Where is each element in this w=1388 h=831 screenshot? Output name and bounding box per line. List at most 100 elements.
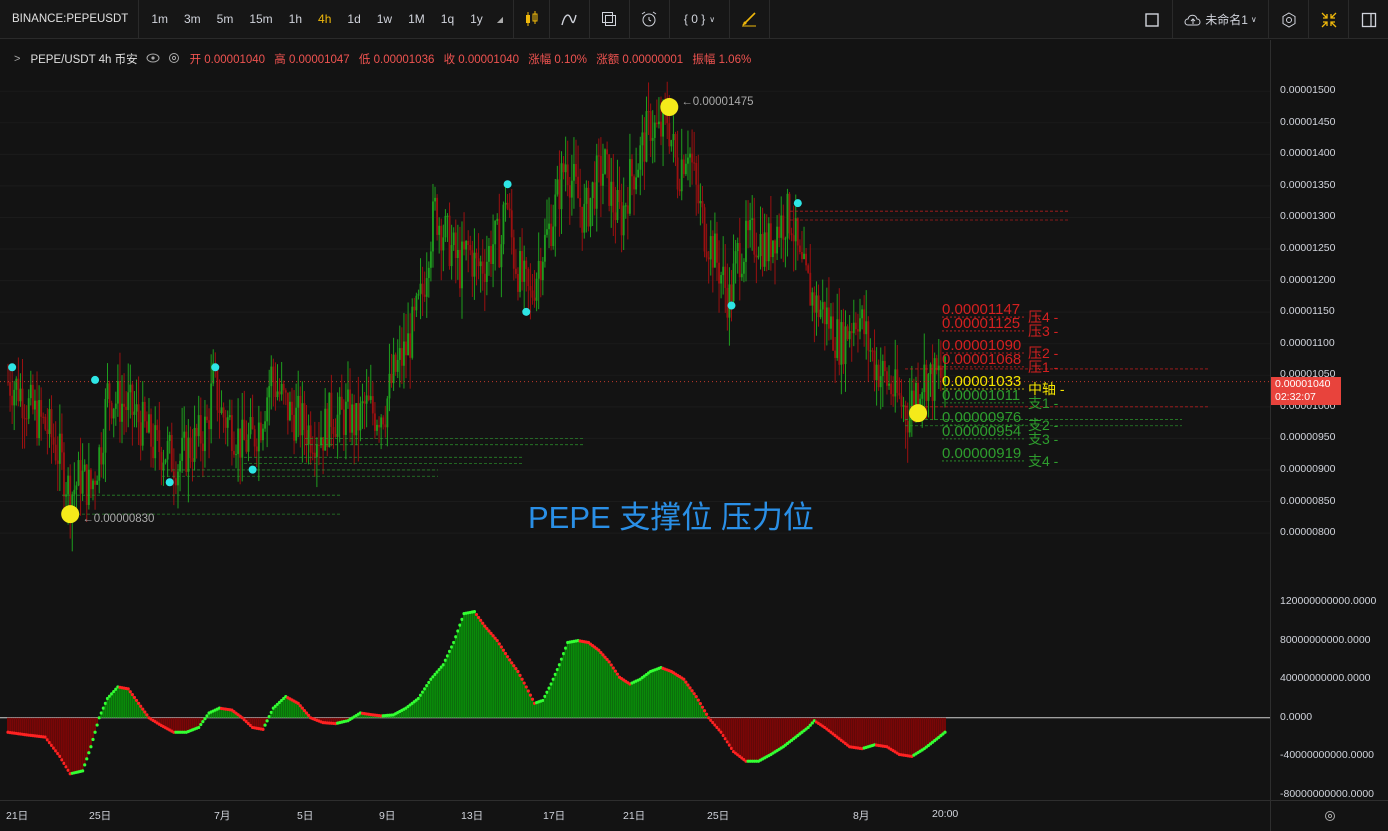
interval-1d[interactable]: 1d <box>339 12 368 26</box>
price-axis[interactable]: 0.00001500 0.00001450 0.00001400 0.00001350… <box>1270 40 1388 800</box>
candle-body <box>747 220 749 231</box>
time-axis-tick: 5日 <box>297 810 314 822</box>
macd-bar <box>857 717 859 749</box>
macd-bar <box>42 717 45 737</box>
candle-body <box>765 232 768 262</box>
macd-bar <box>562 653 565 718</box>
drawing-tools-button[interactable] <box>730 0 770 39</box>
candle-body <box>262 428 264 441</box>
indicator-templates-button[interactable]: { 0 } ∨ <box>670 0 730 39</box>
macd-bar <box>421 692 424 718</box>
macd-bar <box>116 686 119 718</box>
candle-body <box>448 215 451 267</box>
compare-button[interactable] <box>590 0 630 39</box>
macd-bar <box>767 717 770 756</box>
macd-bar <box>639 679 642 718</box>
price-axis-tick: 0.00001200 <box>1280 273 1336 286</box>
alert-button[interactable] <box>630 0 670 39</box>
macd-bar <box>782 717 785 747</box>
macd-signal-dot <box>705 712 709 716</box>
indicators-button[interactable] <box>550 0 590 39</box>
chart-pane[interactable]: 0.00001147 压4 -0.00001125 压3 -0.00001090 压2… <box>0 40 1270 800</box>
candle-body <box>432 201 434 252</box>
candle-body <box>490 246 492 265</box>
candle-body <box>295 407 298 441</box>
sidebar-toggle-button[interactable] <box>1348 0 1388 39</box>
candlestick-icon <box>526 11 538 26</box>
interval-5m[interactable]: 5m <box>209 12 242 26</box>
interval-15m[interactable]: 15m <box>241 12 280 26</box>
interval-1m[interactable]: 1m <box>143 12 176 26</box>
candle-body <box>156 425 159 431</box>
macd-axis-tick: -40000000000.0000 <box>1280 749 1375 762</box>
macd-bar <box>463 613 465 718</box>
interval-more-icon[interactable]: ◢ <box>491 15 509 24</box>
candle-body <box>81 470 84 494</box>
swing-low-marker <box>248 465 257 474</box>
macd-signal-dot <box>431 675 435 679</box>
interval-1w[interactable]: 1w <box>369 12 400 26</box>
fullscreen-toggle-button[interactable] <box>1132 0 1172 39</box>
macd-bar <box>427 682 430 718</box>
candlestick-style-button[interactable] <box>514 0 550 39</box>
interval-3m[interactable]: 3m <box>176 12 209 26</box>
macd-bar <box>475 614 478 718</box>
candle-body <box>48 409 51 434</box>
interval-4h[interactable]: 4h <box>310 12 339 26</box>
interval-1h[interactable]: 1h <box>281 12 310 26</box>
macd-signal-dot <box>205 714 209 718</box>
macd-signal-dot <box>443 658 448 662</box>
candle-body <box>9 382 12 396</box>
macd-bar <box>119 687 121 718</box>
macd-bar <box>450 646 453 718</box>
candle-body <box>56 460 59 464</box>
candle-body <box>187 437 190 472</box>
settings-icon[interactable] <box>168 52 180 67</box>
candle-body <box>668 123 671 147</box>
shrink-button[interactable] <box>1308 0 1348 39</box>
candle-body <box>821 302 824 310</box>
interval-1M[interactable]: 1M <box>400 12 433 26</box>
candle-body <box>780 215 783 238</box>
candle-body <box>900 395 903 407</box>
interval-1q[interactable]: 1q <box>433 12 462 26</box>
interval-1y[interactable]: 1y <box>462 12 491 26</box>
collapse-legend-icon[interactable]: > <box>14 53 20 65</box>
macd-bar <box>452 642 455 718</box>
macd-bar <box>668 670 671 718</box>
candle-body <box>131 384 134 415</box>
eye-icon[interactable] <box>146 53 160 66</box>
macd-bar <box>504 653 507 718</box>
macd-signal-dot <box>445 654 450 658</box>
candle-body <box>720 275 723 284</box>
macd-bar <box>651 670 654 718</box>
candle-body <box>75 485 78 490</box>
candle-body <box>247 434 250 452</box>
symbol-search-button[interactable]: BINANCE:PEPEUSDT <box>0 0 140 39</box>
candle-body <box>645 111 648 162</box>
time-axis-tick: 7月 <box>214 810 231 822</box>
macd-bar <box>873 717 876 745</box>
macd-bar <box>869 717 872 747</box>
macd-bar <box>490 633 492 718</box>
candle-body <box>875 364 878 381</box>
candle-body <box>25 418 28 420</box>
candle-body <box>713 233 716 268</box>
macd-bar <box>923 717 926 749</box>
candle-body <box>935 358 938 371</box>
legend-low: 低 0.00001036 <box>358 54 435 66</box>
save-layout-button[interactable]: 未命名1 ∨ <box>1172 0 1268 39</box>
axis-settings-button[interactable] <box>1270 800 1388 831</box>
macd-bar <box>570 641 573 718</box>
macd-bar <box>933 717 936 741</box>
macd-bar <box>921 717 924 750</box>
time-axis[interactable]: 21日 25日 7月 5日 9日 13日 17日 21日 25日 8月 20:00 <box>0 800 1270 831</box>
chart-canvas[interactable]: 0.00001147 压4 -0.00001125 压3 -0.00001090 压2… <box>0 40 1270 800</box>
settings-button[interactable] <box>1268 0 1308 39</box>
macd-bar <box>780 717 783 749</box>
macd-bar <box>867 717 870 747</box>
candle-body <box>42 416 45 418</box>
candle-body <box>251 416 254 430</box>
macd-bar <box>738 717 741 757</box>
candle-body <box>871 350 874 352</box>
